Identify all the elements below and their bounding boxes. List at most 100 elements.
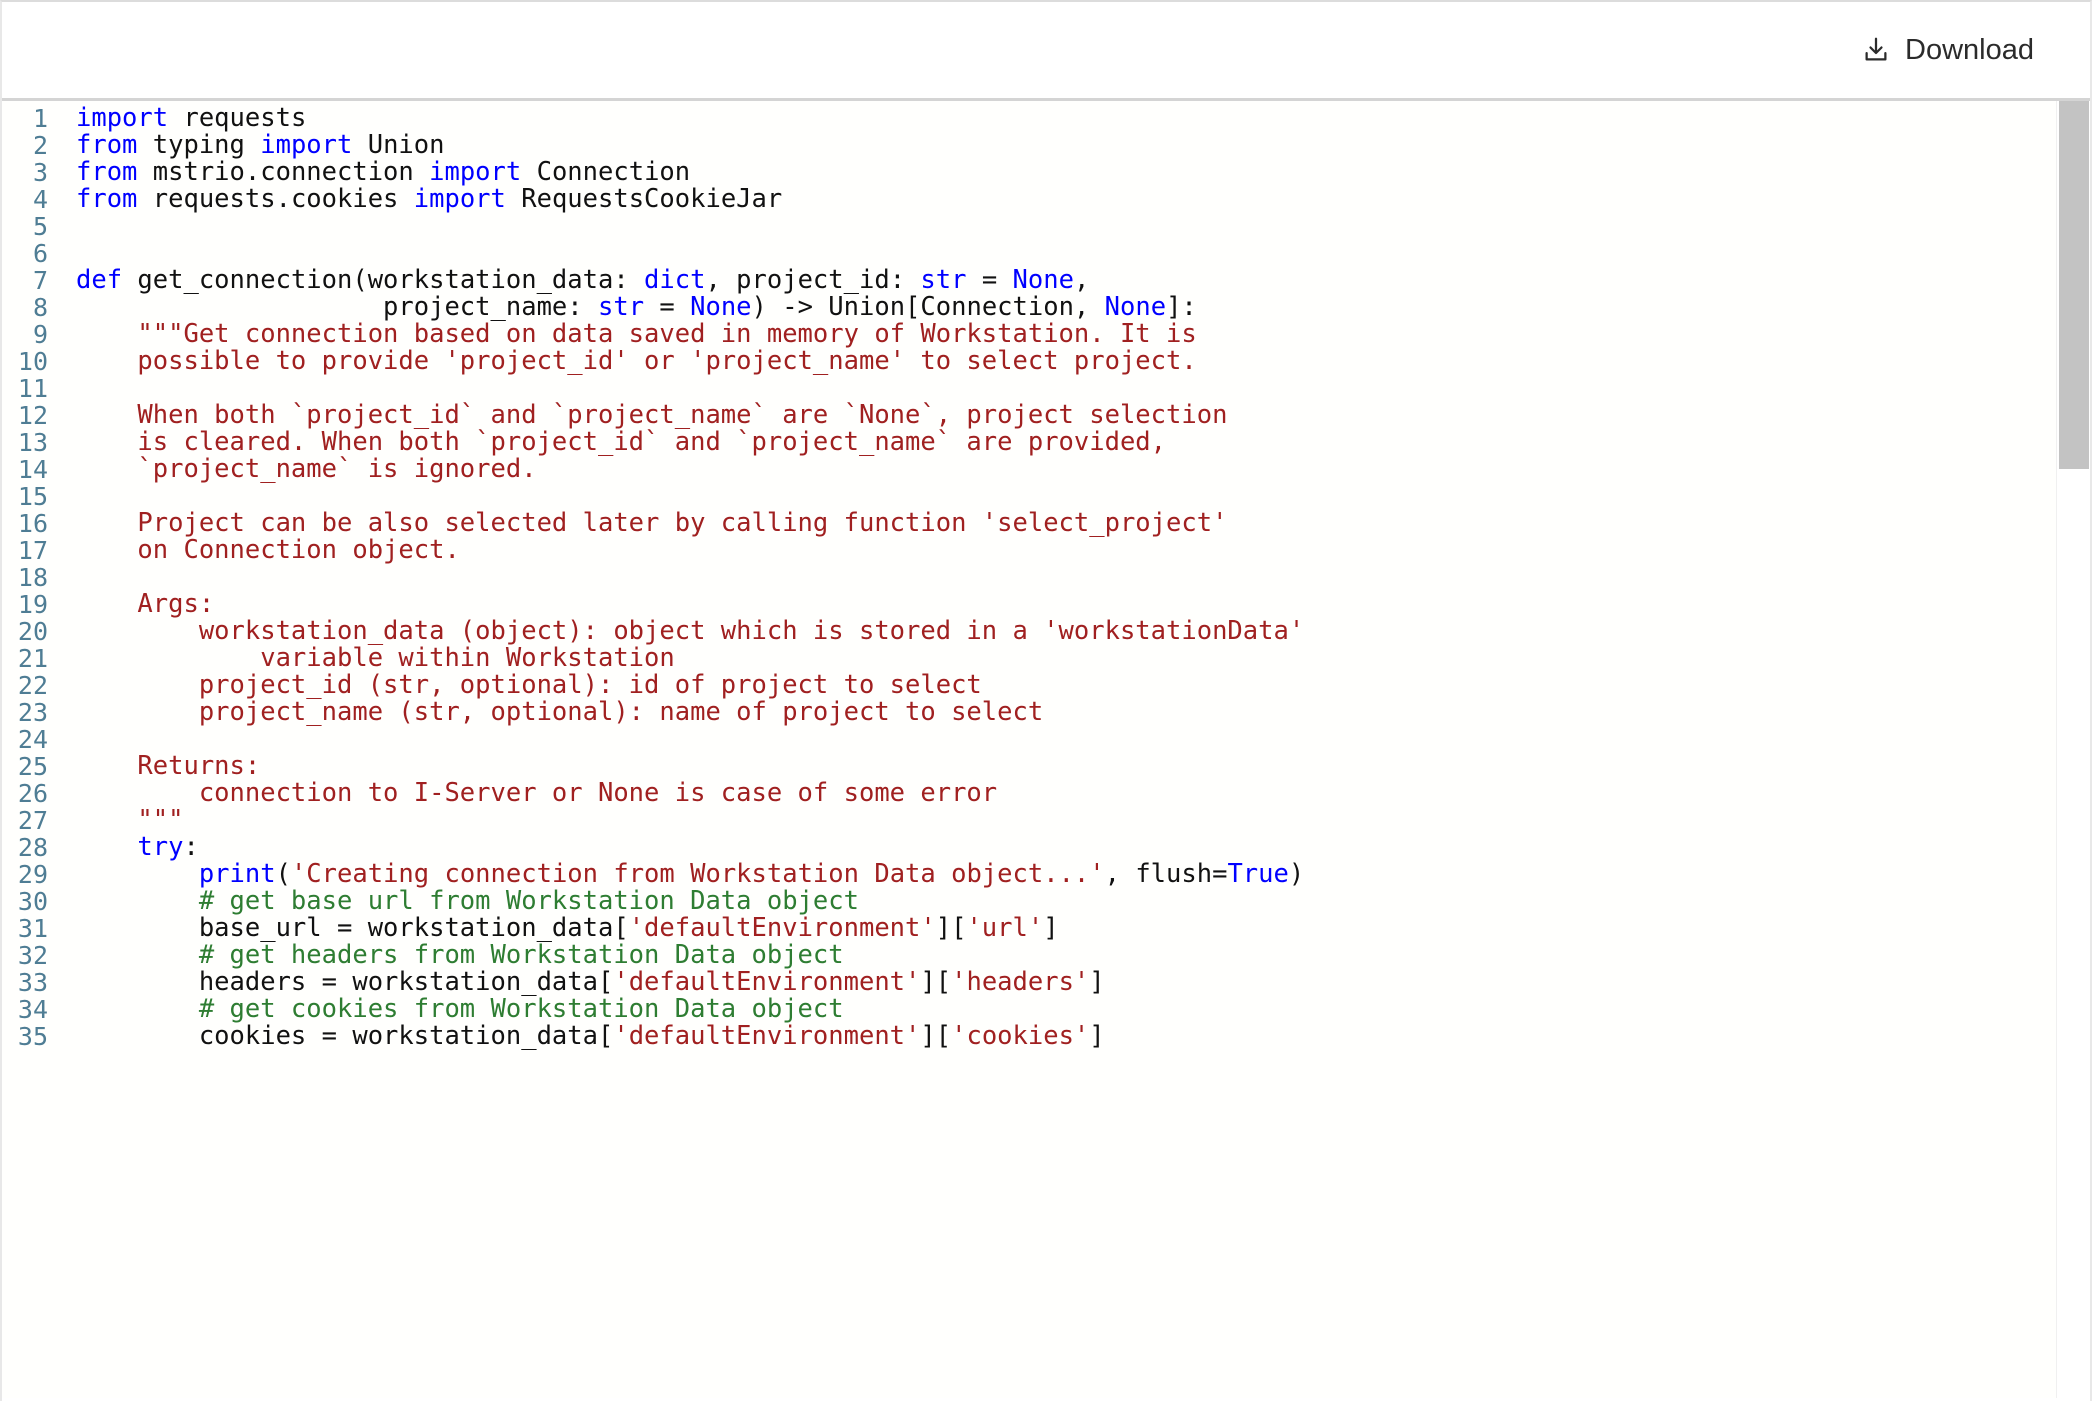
code-token-doc: When both `project_id` and `project_name… bbox=[76, 400, 1228, 430]
code-token-str: 'url' bbox=[966, 913, 1044, 943]
line-number: 24 bbox=[17, 725, 48, 754]
code-token-bi: None bbox=[690, 292, 752, 322]
code-line: 21 variable within Workstation bbox=[2, 644, 1304, 673]
code-token-doc: variable within Workstation bbox=[76, 643, 675, 673]
code-token-pl: ] bbox=[1089, 1021, 1105, 1051]
code-token-str: 'defaultEnvironment' bbox=[613, 967, 921, 997]
code-token-kw: import bbox=[260, 130, 353, 160]
code-line-content[interactable]: from requests.cookies import RequestsCoo… bbox=[48, 186, 1304, 213]
code-token-doc: workstation_data (object): object which … bbox=[76, 616, 1305, 646]
code-token-doc: """Get connection based on data saved in… bbox=[76, 319, 1197, 349]
code-line-content[interactable]: print('Creating connection from Workstat… bbox=[48, 861, 1304, 888]
code-line-content[interactable]: `project_name` is ignored. bbox=[48, 456, 1304, 483]
code-token-pl: , bbox=[1073, 265, 1090, 295]
code-line-content[interactable]: import requests bbox=[48, 105, 1304, 132]
code-token-pl: ][ bbox=[920, 967, 952, 997]
code-line: 19 Args: bbox=[2, 590, 1304, 619]
code-line: 9 """Get connection based on data saved … bbox=[2, 320, 1304, 349]
code-token-pl: typing bbox=[137, 130, 261, 160]
code-token-bi: str bbox=[920, 265, 967, 295]
line-number: 18 bbox=[17, 563, 48, 592]
code-line: 8 project_name: str = None) -> Union[Con… bbox=[2, 293, 1304, 322]
code-line-content[interactable] bbox=[48, 726, 1304, 753]
code-line-content[interactable]: project_name (str, optional): name of pr… bbox=[48, 699, 1304, 726]
code-line: 17 on Connection object. bbox=[2, 537, 1304, 565]
line-number: 26 bbox=[17, 779, 48, 808]
code-line-content[interactable]: cookies = workstation_data['defaultEnvir… bbox=[48, 1023, 1304, 1050]
code-line: 12 When both `project_id` and `project_n… bbox=[2, 401, 1304, 430]
code-line: 22 project_id (str, optional): id of pro… bbox=[2, 672, 1304, 700]
line-number: 31 bbox=[17, 914, 48, 943]
download-button[interactable]: Download bbox=[1855, 27, 2040, 73]
code-line-content[interactable] bbox=[48, 240, 1304, 267]
line-number: 9 bbox=[32, 320, 48, 349]
line-number: 19 bbox=[17, 590, 48, 619]
line-number: 8 bbox=[32, 293, 48, 322]
code-token-kw: from bbox=[76, 130, 138, 160]
code-line-content[interactable]: possible to provide 'project_id' or 'pro… bbox=[48, 348, 1304, 375]
code-token-doc: """ bbox=[76, 805, 184, 835]
vertical-scrollbar-thumb[interactable] bbox=[2059, 101, 2089, 469]
code-line-content[interactable]: Project can be also selected later by ca… bbox=[48, 510, 1304, 537]
code-line-content[interactable]: base_url = workstation_data['defaultEnvi… bbox=[48, 915, 1304, 942]
code-line-content[interactable]: """Get connection based on data saved in… bbox=[48, 321, 1304, 348]
code-line: 26 connection to I-Server or None is cas… bbox=[2, 779, 1304, 808]
line-number: 4 bbox=[32, 185, 48, 214]
code-token-doc: project_id (str, optional): id of projec… bbox=[76, 670, 982, 700]
code-line-content[interactable] bbox=[48, 483, 1304, 510]
code-line-content[interactable]: is cleared. When both `project_id` and `… bbox=[48, 429, 1304, 456]
code-line-content[interactable]: When both `project_id` and `project_name… bbox=[48, 402, 1304, 429]
line-number: 13 bbox=[17, 428, 48, 457]
download-icon bbox=[1861, 35, 1891, 65]
code-line: 4 from requests.cookies import RequestsCo… bbox=[2, 185, 1304, 214]
code-line-content[interactable]: def get_connection(workstation_data: dic… bbox=[48, 267, 1304, 294]
code-line-content[interactable]: # get cookies from Workstation Data obje… bbox=[48, 996, 1304, 1023]
code-line-content[interactable]: project_name: str = None) -> Union[Conne… bbox=[48, 294, 1304, 321]
code-line-content[interactable] bbox=[48, 564, 1304, 591]
code-line-content[interactable] bbox=[48, 213, 1304, 240]
line-number: 21 bbox=[17, 644, 48, 673]
code-line-content[interactable]: connection to I-Server or None is case o… bbox=[48, 780, 1304, 807]
code-line: 31 base_url = workstation_data['defaultE… bbox=[2, 914, 1304, 943]
code-token-str: 'cookies' bbox=[951, 1021, 1090, 1051]
line-number: 25 bbox=[17, 752, 48, 781]
code-line-content[interactable]: project_id (str, optional): id of projec… bbox=[48, 672, 1304, 699]
code-line-content[interactable]: # get base url from Workstation Data obj… bbox=[48, 888, 1304, 915]
vertical-scrollbar[interactable] bbox=[2056, 101, 2090, 1398]
code-line-content[interactable] bbox=[48, 375, 1304, 402]
code-editor[interactable]: 1 import requests 2 from typing import Unio… bbox=[2, 101, 2090, 1398]
code-line-content[interactable]: from typing import Union bbox=[48, 132, 1304, 159]
code-line-content[interactable]: variable within Workstation bbox=[48, 645, 1304, 672]
code-line-content[interactable]: # get headers from Workstation Data obje… bbox=[48, 942, 1304, 969]
code-token-pl: requests.cookies bbox=[137, 184, 414, 214]
code-line: 33 headers = workstation_data['defaultEn… bbox=[2, 969, 1304, 997]
line-number: 10 bbox=[17, 347, 48, 376]
line-number: 2 bbox=[32, 131, 48, 160]
line-number: 28 bbox=[17, 833, 48, 862]
code-line-content[interactable]: headers = workstation_data['defaultEnvir… bbox=[48, 969, 1304, 996]
code-line-content[interactable]: from mstrio.connection import Connection bbox=[48, 159, 1304, 186]
code-token-doc: on Connection object. bbox=[76, 535, 460, 565]
code-line-content[interactable]: Args: bbox=[48, 591, 1304, 618]
code-token-str: 'defaultEnvironment' bbox=[613, 1021, 921, 1051]
line-number: 12 bbox=[17, 401, 48, 430]
code-token-pl: = bbox=[966, 265, 1013, 295]
code-line-content[interactable]: """ bbox=[48, 807, 1304, 834]
code-token-pl: = bbox=[644, 292, 691, 322]
code-token-bi: None bbox=[1012, 265, 1074, 295]
code-line: 23 project_name (str, optional): name of… bbox=[2, 699, 1304, 727]
code-token-doc: possible to provide 'project_id' or 'pro… bbox=[76, 346, 1197, 376]
code-line-content[interactable]: Returns: bbox=[48, 753, 1304, 780]
code-line-content[interactable]: on Connection object. bbox=[48, 537, 1304, 564]
code-token-pl: ] bbox=[1043, 913, 1059, 943]
code-line-content[interactable]: workstation_data (object): object which … bbox=[48, 618, 1304, 645]
code-token-pl: ]: bbox=[1166, 292, 1197, 322]
code-token-pl: cookies = workstation_data[ bbox=[76, 1021, 614, 1051]
code-line-content[interactable]: try: bbox=[48, 834, 1304, 861]
code-line: 3 from mstrio.connection import Connectio… bbox=[2, 159, 1304, 187]
code-token-kw: try bbox=[137, 832, 184, 862]
code-line: 16 Project can be also selected later by… bbox=[2, 510, 1304, 538]
code-token-pl: mstrio.connection bbox=[137, 157, 430, 187]
